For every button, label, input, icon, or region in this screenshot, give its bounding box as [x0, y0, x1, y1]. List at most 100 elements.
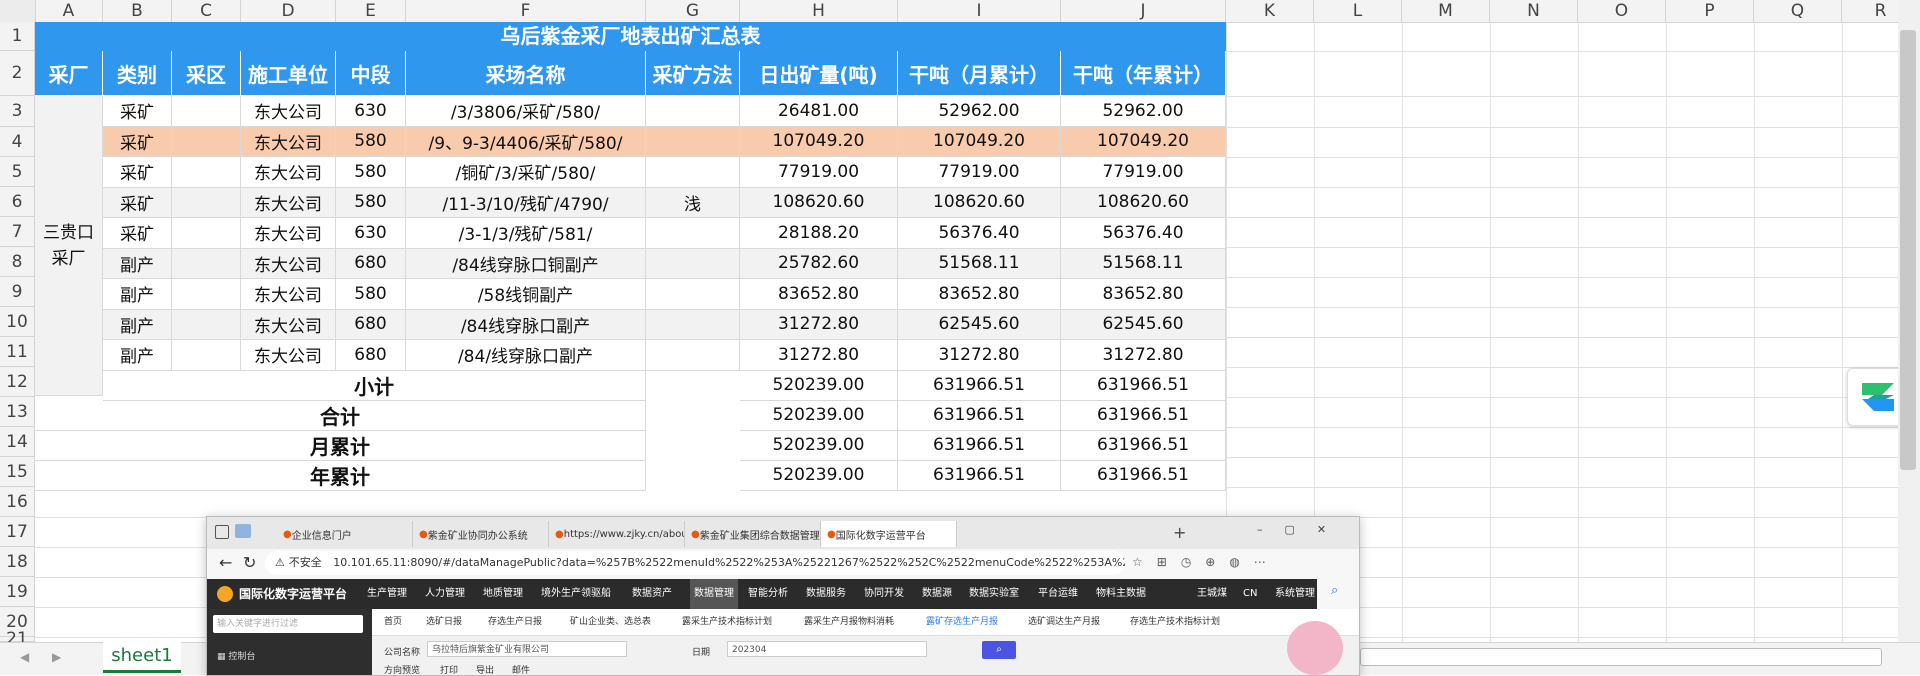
- table-cell[interactable]: [646, 340, 740, 371]
- nav-item[interactable]: 生产管理: [367, 579, 407, 609]
- table-cell[interactable]: [646, 218, 740, 249]
- table-cell[interactable]: 51568.11: [898, 248, 1061, 279]
- app-tab[interactable]: 首页: [384, 611, 402, 633]
- sheet-title[interactable]: 乌后紫金采厂地表出矿汇总表: [35, 22, 1226, 51]
- table-cell[interactable]: [172, 126, 241, 157]
- nav-item[interactable]: 数据管理: [690, 579, 738, 609]
- total-cell[interactable]: 631966.51: [898, 400, 1061, 431]
- reload-button[interactable]: ↻: [243, 553, 256, 572]
- table-cell[interactable]: 31272.80: [898, 340, 1061, 371]
- table-header-b[interactable]: 类别: [103, 51, 172, 96]
- table-cell[interactable]: [172, 248, 241, 279]
- table-cell[interactable]: 580: [336, 157, 406, 188]
- column-header-i[interactable]: I: [898, 0, 1061, 22]
- browser-tab[interactable]: ● https://www.zjky.cn/about/gsgc: [549, 521, 685, 547]
- table-cell[interactable]: 52962.00: [1061, 96, 1226, 127]
- horizontal-scrollbar[interactable]: [1360, 648, 1882, 666]
- table-cell[interactable]: 580: [336, 126, 406, 157]
- toolbar-icons[interactable]: ☆⊞◷⊕◍⋯: [1132, 555, 1280, 569]
- table-cell[interactable]: 东大公司: [241, 248, 336, 279]
- nav-item[interactable]: 平台运维: [1038, 579, 1078, 609]
- column-header-a[interactable]: A: [35, 0, 103, 22]
- table-cell[interactable]: 采矿: [103, 218, 172, 249]
- table-cell[interactable]: 东大公司: [241, 187, 336, 218]
- row-header-6[interactable]: 6: [0, 187, 35, 217]
- table-cell[interactable]: 580: [336, 279, 406, 310]
- column-header-e[interactable]: E: [336, 0, 406, 22]
- row-header-12[interactable]: 12: [0, 367, 35, 397]
- table-header-g[interactable]: 采矿方法: [646, 51, 740, 96]
- column-header-c[interactable]: C: [172, 0, 241, 22]
- table-cell[interactable]: 83652.80: [740, 279, 898, 310]
- table-header-j[interactable]: 干吨（年累计）: [1061, 51, 1226, 96]
- column-header-j[interactable]: J: [1061, 0, 1226, 22]
- tab-scroll-right-icon[interactable]: ▶: [52, 650, 61, 664]
- subtotal-cell[interactable]: 631966.51: [898, 370, 1061, 401]
- table-cell[interactable]: 107049.20: [1061, 126, 1226, 157]
- table-cell[interactable]: 东大公司: [241, 157, 336, 188]
- back-button[interactable]: ←: [219, 553, 232, 572]
- table-cell[interactable]: 62545.60: [898, 309, 1061, 340]
- table-cell[interactable]: 77919.00: [898, 157, 1061, 188]
- table-cell[interactable]: 108620.60: [1061, 187, 1226, 218]
- table-cell[interactable]: 副产: [103, 248, 172, 279]
- table-cell[interactable]: [172, 340, 241, 371]
- tab-scroll-left-icon[interactable]: ◀: [20, 650, 29, 664]
- table-cell[interactable]: 108620.60: [740, 187, 898, 218]
- table-header-a[interactable]: 采厂: [35, 51, 103, 96]
- table-cell[interactable]: 630: [336, 218, 406, 249]
- row-header-7[interactable]: 7: [0, 217, 35, 247]
- table-cell[interactable]: 56376.40: [1061, 218, 1226, 249]
- nav-item[interactable]: 智能分析: [748, 579, 788, 609]
- table-cell[interactable]: 680: [336, 248, 406, 279]
- column-header-f[interactable]: F: [406, 0, 646, 22]
- row-header-17[interactable]: 17: [0, 517, 35, 547]
- query-button[interactable]: ⌕: [982, 641, 1016, 659]
- table-cell[interactable]: [646, 157, 740, 188]
- table-header-i[interactable]: 干吨（月累计）: [898, 51, 1061, 96]
- total-cell[interactable]: 520239.00: [740, 430, 898, 461]
- browser-tab[interactable]: ● 紫金矿业协同办公系统: [413, 521, 549, 547]
- filter-input[interactable]: 输入关键字进行过滤: [213, 615, 363, 633]
- table-cell[interactable]: 680: [336, 340, 406, 371]
- table-cell[interactable]: [646, 126, 740, 157]
- total-cell[interactable]: 631966.51: [1061, 460, 1226, 491]
- total-cell[interactable]: 631966.51: [1061, 400, 1226, 431]
- column-header-m[interactable]: M: [1402, 0, 1490, 22]
- table-cell[interactable]: [646, 248, 740, 279]
- browser-tab[interactable]: ● 企业信息门户: [277, 521, 413, 547]
- app-tab[interactable]: 露采生产技术指标计划: [682, 611, 772, 633]
- table-cell[interactable]: 31272.80: [1061, 340, 1226, 371]
- column-header-o[interactable]: O: [1578, 0, 1666, 22]
- column-header-b[interactable]: B: [103, 0, 172, 22]
- table-cell[interactable]: [172, 157, 241, 188]
- table-cell[interactable]: [172, 218, 241, 249]
- lang-switch[interactable]: CN: [1243, 579, 1257, 609]
- nav-item[interactable]: 物料主数据: [1096, 579, 1146, 609]
- table-cell[interactable]: 680: [336, 309, 406, 340]
- table-cell[interactable]: 东大公司: [241, 340, 336, 371]
- row-header-15[interactable]: 15: [0, 457, 35, 487]
- new-tab-button[interactable]: +: [1173, 523, 1186, 542]
- total-cell[interactable]: 520239.00: [740, 460, 898, 491]
- table-cell[interactable]: 东大公司: [241, 309, 336, 340]
- table-cell[interactable]: 采矿: [103, 157, 172, 188]
- table-cell[interactable]: 77919.00: [740, 157, 898, 188]
- total-label[interactable]: 合计: [35, 400, 646, 431]
- table-header-c[interactable]: 采区: [172, 51, 241, 96]
- action-button[interactable]: 邮件: [512, 663, 530, 675]
- action-button[interactable]: 导出: [476, 663, 494, 675]
- table-header-h[interactable]: 日出矿量(吨): [740, 51, 898, 96]
- table-header-d[interactable]: 施工单位: [241, 51, 336, 96]
- search-icon[interactable]: ⌕: [1331, 583, 1338, 598]
- table-cell[interactable]: 107049.20: [740, 126, 898, 157]
- nav-item[interactable]: 数据源: [922, 579, 952, 609]
- action-button[interactable]: 方向预览: [384, 663, 420, 675]
- table-cell[interactable]: 51568.11: [1061, 248, 1226, 279]
- total-label[interactable]: 月累计: [35, 430, 646, 461]
- table-cell[interactable]: 31272.80: [740, 309, 898, 340]
- table-cell[interactable]: /84线穿脉口铜副产: [406, 248, 646, 279]
- table-cell[interactable]: /铜矿/3/采矿/580/: [406, 157, 646, 188]
- subtotal-cell[interactable]: 520239.00: [740, 370, 898, 401]
- table-cell[interactable]: 108620.60: [898, 187, 1061, 218]
